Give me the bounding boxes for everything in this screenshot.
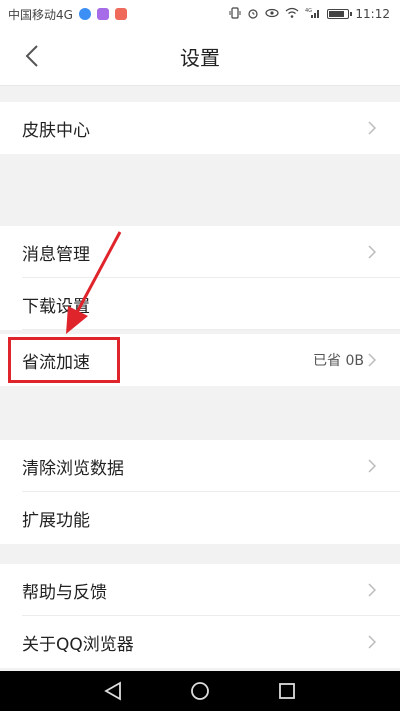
network-label: 4G	[305, 8, 312, 14]
page-title: 设置	[180, 46, 220, 70]
settings-item-help-feedback[interactable]: 帮助与反馈	[0, 564, 400, 616]
chevron-right-icon	[368, 583, 378, 597]
triangle-back-icon	[104, 681, 122, 701]
settings-item-label: 下载设置	[22, 296, 90, 317]
settings-item-data-saving[interactable]: 省流加速 已省 0B	[0, 334, 400, 386]
nav-recents-button[interactable]	[275, 679, 299, 703]
eye-icon	[265, 7, 280, 21]
app-notification-icon	[78, 8, 91, 20]
chevron-right-icon	[368, 635, 378, 649]
settings-item-message-management[interactable]: 消息管理	[0, 226, 400, 278]
settings-item-label: 清除浏览数据	[22, 458, 124, 479]
wifi-icon	[285, 7, 299, 21]
chevron-right-icon	[368, 121, 378, 135]
chevron-right-icon	[368, 353, 378, 367]
status-left: 中国移动4G	[8, 6, 127, 23]
settings-item-about-qq-browser[interactable]: 关于QQ浏览器	[0, 616, 400, 668]
carrier-label: 中国移动4G	[8, 7, 73, 22]
settings-item-label: 皮肤中心	[22, 120, 90, 141]
settings-item-skin-center[interactable]: 皮肤中心	[0, 102, 400, 154]
chevron-right-icon	[368, 459, 378, 473]
settings-item-label: 扩展功能	[22, 510, 90, 531]
settings-item-clear-browsing-data[interactable]: 清除浏览数据	[0, 440, 400, 492]
settings-item-extensions[interactable]: 扩展功能	[0, 492, 400, 544]
chevron-right-icon	[368, 245, 378, 259]
status-right: 4G 11:12	[229, 7, 390, 21]
signal-icon: 4G	[305, 7, 321, 21]
circle-home-icon	[191, 682, 209, 700]
nav-back-button[interactable]	[101, 679, 125, 703]
alarm-icon	[247, 7, 259, 21]
nav-home-button[interactable]	[188, 679, 212, 703]
navigation-bar	[0, 671, 400, 711]
app-notification-icon	[96, 8, 109, 20]
status-bar: 中国移动4G 4G 11:12	[0, 0, 400, 28]
back-button[interactable]	[16, 40, 48, 72]
app-notification-icon	[114, 8, 127, 20]
time-label: 11:12	[355, 7, 390, 21]
data-saved-value: 已省 0B	[313, 353, 364, 369]
header: 设置	[0, 28, 400, 86]
settings-item-label: 关于QQ浏览器	[22, 634, 134, 655]
settings-item-label: 消息管理	[22, 244, 90, 265]
battery-icon	[327, 9, 353, 19]
settings-item-label: 省流加速	[22, 352, 90, 373]
square-recents-icon	[278, 683, 295, 699]
settings-item-download-settings[interactable]: 下载设置	[0, 278, 400, 330]
chevron-left-icon	[25, 45, 38, 67]
settings-item-label: 帮助与反馈	[22, 582, 107, 603]
vibrate-icon	[229, 7, 241, 21]
